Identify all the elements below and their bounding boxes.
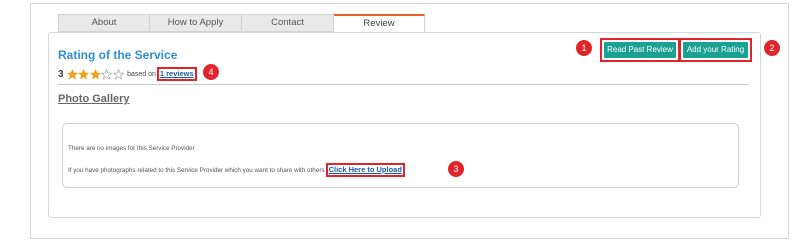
add-your-rating-button[interactable]: Add your Rating — [683, 42, 748, 58]
star-filled-icon — [66, 68, 78, 80]
annotation-badge-3: 3 — [448, 161, 464, 177]
no-images-message: There are no images for this Service Pro… — [68, 145, 195, 152]
rating-score: 3 — [58, 68, 64, 80]
star-empty-icon — [112, 68, 124, 80]
star-filled-icon — [89, 68, 101, 80]
photo-gallery-title: Photo Gallery — [58, 93, 130, 105]
star-empty-icon — [101, 68, 113, 80]
annotation-badge-1: 1 — [576, 40, 592, 56]
reviews-count-link[interactable]: 1 reviews — [156, 67, 197, 81]
section-divider — [58, 84, 749, 85]
read-past-review-button[interactable]: Read Past Review — [604, 42, 676, 58]
rating-stars — [66, 68, 125, 80]
annotation-badge-2: 2 — [764, 40, 780, 56]
star-filled-icon — [78, 68, 90, 80]
tab-how-to-apply[interactable]: How to Apply — [150, 14, 242, 32]
add-rating-highlight: Add your Rating — [679, 38, 752, 62]
tab-bar: About How to Apply Contact Review — [58, 14, 425, 32]
photo-gallery-box — [62, 123, 739, 188]
tab-review[interactable]: Review — [334, 14, 425, 32]
read-past-review-highlight: Read Past Review — [600, 38, 680, 62]
rating-summary: 3 based on 1 reviews — [58, 67, 197, 81]
based-on-text: based on — [127, 70, 156, 78]
rating-title: Rating of the Service — [58, 48, 178, 62]
tab-contact[interactable]: Contact — [242, 14, 334, 32]
tab-about[interactable]: About — [58, 14, 150, 32]
upload-prompt: If you have photographs related to this … — [68, 163, 405, 177]
upload-link[interactable]: Click Here to Upload — [325, 163, 405, 177]
annotation-badge-4: 4 — [203, 64, 219, 80]
share-prompt-text: If you have photographs related to this … — [68, 166, 325, 174]
